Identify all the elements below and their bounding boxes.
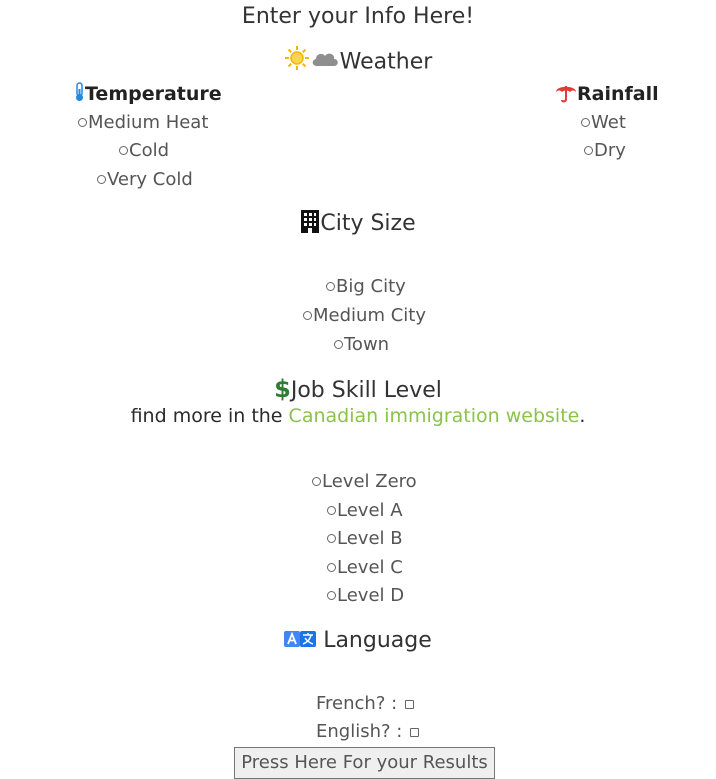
radio-button[interactable] [327,563,336,572]
rainfall-option-dry[interactable]: Dry [584,139,626,163]
skill-option-level-b[interactable]: Level B [327,527,403,551]
language-heading-label: Language [316,628,432,653]
radio-button[interactable] [97,175,106,184]
skill-option-level-c[interactable]: Level C [327,556,403,580]
temperature-option-medium-heat[interactable]: Medium Heat [78,111,208,135]
weather-heading-label: Weather [339,49,433,75]
city-size-heading-label: City Size [320,211,416,236]
dollar-icon: $ [274,375,291,403]
radio-button[interactable] [326,282,335,291]
translate-icon [284,627,317,657]
radio-button[interactable] [581,118,590,127]
english-checkbox[interactable] [410,728,420,737]
radio-button[interactable] [327,534,336,543]
rainfall-heading-label: Rainfall [577,83,659,105]
radio-button[interactable] [312,477,321,486]
radio-button[interactable] [303,311,312,320]
temperature-option-cold[interactable]: Cold [119,139,169,163]
skill-option-level-a[interactable]: Level A [327,499,403,523]
weather-heading: Weather [0,45,716,80]
building-icon [300,209,320,242]
page-title: Enter your Info Here! [241,4,475,29]
job-skill-info: find more in the Canadian immigration we… [130,405,586,427]
radio-button[interactable] [78,118,87,127]
temperature-heading: Temperature [74,81,222,109]
umbrella-icon [555,81,577,110]
immigration-website-link[interactable]: Canadian immigration website [289,405,580,427]
english-label: English? : [316,721,409,742]
skill-option-level-zero[interactable]: Level Zero [312,470,417,494]
city-size-heading: City Size [0,209,716,242]
thermometer-icon [74,82,85,109]
submit-button[interactable]: Press Here For your Results [234,747,495,779]
english-option[interactable]: English? : [316,720,420,744]
city-option-medium-city[interactable]: Medium City [303,304,426,328]
info-form-page: Enter your Info Here! Weather Temperatur… [0,0,716,779]
cloud-icon [310,47,340,78]
city-option-big-city[interactable]: Big City [326,275,406,299]
temperature-heading-label: Temperature [85,83,222,105]
radio-button[interactable] [327,506,336,515]
job-skill-heading: $Job Skill Level [0,374,716,406]
language-heading: Language [0,626,716,657]
rainfall-heading: Rainfall [555,81,659,110]
rainfall-option-wet[interactable]: Wet [581,111,626,135]
french-option[interactable]: French? : [316,692,414,716]
radio-button[interactable] [584,146,593,155]
french-checkbox[interactable] [404,700,414,709]
radio-button[interactable] [327,591,336,600]
radio-button[interactable] [334,340,343,349]
skill-option-level-d[interactable]: Level D [327,584,404,608]
sun-icon [284,45,310,80]
temperature-option-very-cold[interactable]: Very Cold [97,168,193,192]
radio-button[interactable] [119,146,128,155]
job-skill-heading-label: Job Skill Level [290,378,442,403]
french-label: French? : [316,693,403,714]
city-option-town[interactable]: Town [334,333,389,357]
